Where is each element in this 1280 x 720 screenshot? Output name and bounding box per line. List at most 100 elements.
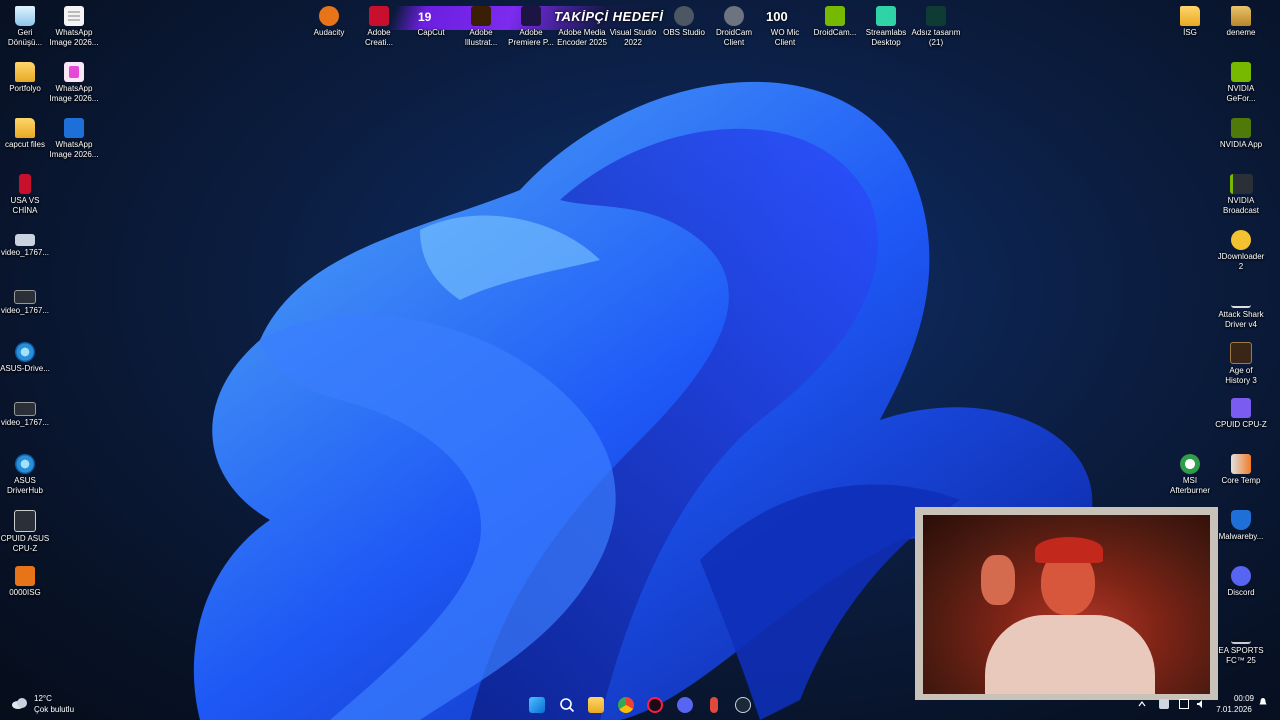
- desktop-icon-jdownloader[interactable]: JDownloader 2: [1214, 226, 1268, 272]
- desktop-icon-label: Adsız tasarım (21): [911, 28, 961, 47]
- desktop-icon-droidcam[interactable]: DroidCam...: [808, 2, 862, 38]
- cpu-z-icon: [1231, 398, 1251, 418]
- desktop-icon-label: Streamlabs Desktop: [865, 28, 907, 47]
- asus-gear-icon: [15, 342, 35, 362]
- volume-icon[interactable]: [1196, 699, 1206, 709]
- desktop-icon-video-1[interactable]: video_1767...: [0, 226, 52, 258]
- webcam-person-hand: [981, 555, 1015, 605]
- desktop-icon-label: CPUID ASUS CPU-Z: [0, 534, 50, 553]
- desktop-icon-video-3[interactable]: video_1767...: [0, 394, 52, 428]
- desktop-icon-cpuid-cpuz[interactable]: CPUID CPU-Z: [1214, 394, 1268, 430]
- taskbar: [0, 690, 1280, 720]
- desktop-icon-recycle-bin[interactable]: Geri Dönüşü...: [0, 2, 52, 48]
- desktop-icon-attack-shark[interactable]: Attack Shark Driver v4: [1214, 282, 1268, 330]
- image-file-icon: [64, 6, 84, 26]
- network-icon[interactable]: [1179, 699, 1189, 709]
- notification-bell-icon[interactable]: [1258, 697, 1268, 707]
- desktop-icon-label: MSI Afterburner: [1169, 476, 1211, 495]
- video-file-icon: [14, 290, 36, 304]
- adobe-media-encoder-icon: [572, 6, 592, 26]
- cloudy-weather-icon[interactable]: [11, 697, 29, 709]
- desktop-icon-adsiz-tasarim[interactable]: Adsız tasarım (21): [909, 2, 963, 48]
- desktop-icon-label: Age of History 3: [1225, 366, 1257, 385]
- desktop-icon-portfolyo[interactable]: Portfolyo: [0, 58, 52, 94]
- search-icon[interactable]: [559, 697, 575, 713]
- desktop-icon-adobe-media-encoder[interactable]: Adobe Media Encoder 2025: [555, 2, 609, 48]
- opera-gx-icon[interactable]: [647, 697, 663, 713]
- desktop-icon-msi-afterburner[interactable]: MSI Afterburner: [1163, 450, 1217, 496]
- steam-icon[interactable]: [735, 697, 751, 713]
- desktop-icon-visual-studio[interactable]: Visual Studio 2022: [606, 2, 660, 48]
- desktop-icon-age-of-history[interactable]: Age of History 3: [1214, 338, 1268, 386]
- file-explorer-icon[interactable]: [588, 697, 604, 713]
- archive-icon: [15, 566, 35, 586]
- microphone-icon[interactable]: [710, 697, 718, 713]
- desktop-icon-asus-driverhub[interactable]: ASUS DriverHub: [0, 450, 52, 496]
- desktop-icon-adobe-illustrator[interactable]: Adobe Illustrat...: [454, 2, 508, 48]
- desktop-icon-label: capcut files: [4, 140, 46, 149]
- nvidia-icon: [1231, 62, 1251, 82]
- streamlabs-icon: [876, 6, 896, 26]
- clock-date[interactable]: 7.01.2026: [1214, 705, 1254, 714]
- desktop-icon-label: DroidCam...: [813, 28, 857, 37]
- desktop-icon-discord[interactable]: Discord: [1214, 562, 1268, 598]
- discord-icon[interactable]: [677, 697, 693, 713]
- nvidia-icon: [1231, 118, 1251, 138]
- desktop-icon-adobe-premiere[interactable]: Adobe Premiere P...: [504, 2, 558, 48]
- desktop-icon-label: EA SPORTS FC™ 25: [1218, 646, 1264, 665]
- desktop-icon-capcut-files[interactable]: capcut files: [0, 114, 52, 150]
- desktop-icon-label: Adobe Media Encoder 2025: [557, 28, 607, 47]
- desktop-icon-label: Core Temp: [1221, 476, 1261, 485]
- tray-app-icon[interactable]: [1159, 699, 1169, 709]
- recycle-bin-icon: [15, 6, 35, 26]
- chevron-up-icon[interactable]: [1137, 699, 1147, 709]
- desktop-icon-capcut[interactable]: CapCut: [404, 2, 458, 38]
- desktop-icon-label: video_1767...: [0, 418, 50, 427]
- desktop-icon-asus-drive[interactable]: ASUS-Drive...: [0, 338, 52, 374]
- desktop-icon-label: JDownloader 2: [1217, 252, 1265, 271]
- desktop-icon-isg[interactable]: İSG: [1163, 2, 1217, 38]
- desktop-icon-nvidia-geforce[interactable]: NVIDIA GeFor...: [1214, 58, 1268, 104]
- desktop-icon-wo-mic-client[interactable]: WO Mic Client: [758, 2, 812, 48]
- folder-icon: [1231, 6, 1251, 26]
- desktop-icon-deneme[interactable]: deneme: [1214, 2, 1268, 38]
- adobe-creative-cloud-icon: [369, 6, 389, 26]
- nvidia-broadcast-icon: [1229, 174, 1253, 194]
- image-file-icon: [64, 118, 84, 138]
- desktop-icon-ea-sports-fc[interactable]: EA SPORTS FC™ 25: [1214, 618, 1268, 666]
- desktop-icon-label: ASUS-Drive...: [0, 364, 50, 373]
- folder-icon: [15, 118, 35, 138]
- desktop-icon-core-temp[interactable]: Core Temp: [1214, 450, 1268, 486]
- desktop-icon-whatsapp-image-3[interactable]: WhatsApp Image 2026...: [47, 114, 101, 160]
- droidcam-icon: [825, 6, 845, 26]
- desktop-icon-label: Discord: [1227, 588, 1255, 597]
- desktop-icon-adobe-creative[interactable]: Adobe Creati...: [352, 2, 406, 48]
- desktop-icon-droidcam-client[interactable]: DroidCam Client: [707, 2, 761, 48]
- obs-icon: [674, 6, 694, 26]
- desktop-icon-video-2[interactable]: video_1767...: [0, 282, 52, 316]
- desktop-icon-label: Audacity: [313, 28, 345, 37]
- weather-description[interactable]: Çok bulutlu: [34, 705, 74, 714]
- canva-design-icon: [926, 6, 946, 26]
- chrome-icon[interactable]: [618, 697, 634, 713]
- desktop-icon-whatsapp-image-1[interactable]: WhatsApp Image 2026...: [47, 2, 101, 48]
- desktop-icon-nvidia-app[interactable]: NVIDIA App: [1214, 114, 1268, 150]
- adobe-premiere-icon: [521, 6, 541, 26]
- asus-gear-icon: [15, 454, 35, 474]
- desktop-icon-label: DroidCam Client: [715, 28, 752, 47]
- weather-temperature[interactable]: 12°C: [34, 694, 52, 703]
- webcam-feed: [923, 515, 1210, 694]
- desktop-icon-usa-vs-china[interactable]: USA VS CHİNA: [0, 170, 52, 216]
- desktop-icon-obs-studio[interactable]: OBS Studio: [657, 2, 711, 38]
- desktop-icon-0000isg[interactable]: 0000ISG: [0, 562, 52, 598]
- desktop-icon-nvidia-broadcast[interactable]: NVIDIA Broadcast: [1214, 170, 1268, 216]
- desktop-icon-malwarebytes[interactable]: Malwareby...: [1214, 506, 1268, 542]
- desktop-icon-audacity[interactable]: Audacity: [302, 2, 356, 38]
- desktop-icon-whatsapp-image-2[interactable]: WhatsApp Image 2026...: [47, 58, 101, 104]
- desktop-icon-cpuid-asus-cpuz[interactable]: CPUID ASUS CPU-Z: [0, 506, 52, 554]
- core-temp-icon: [1231, 454, 1251, 474]
- desktop-icon-streamlabs[interactable]: Streamlabs Desktop: [859, 2, 913, 48]
- capcut-icon: [421, 6, 441, 26]
- start-icon[interactable]: [529, 697, 545, 713]
- malwarebytes-icon: [1231, 510, 1251, 530]
